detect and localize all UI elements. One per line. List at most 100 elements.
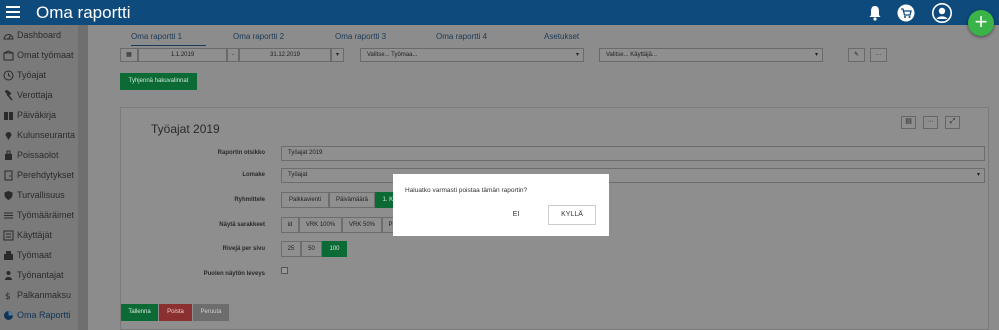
save-button[interactable]: Tallenna xyxy=(121,304,158,321)
group-option-palkkavienti[interactable]: Palkkavienti xyxy=(281,192,329,208)
sidebar-item-tyomaaraimet[interactable]: Työmääräimet xyxy=(0,205,88,225)
document-icon[interactable]: ▤ xyxy=(901,116,916,129)
sidebar-item-tyonantajat[interactable]: Työnantajat xyxy=(0,265,88,285)
sidebar-item-omat-tyomaat[interactable]: Omat työmaat xyxy=(0,45,88,65)
tab-oma-raportti-1[interactable]: Oma raportti 1 xyxy=(131,32,182,41)
rows-option-100[interactable]: 100 xyxy=(322,241,347,257)
money-icon: $ xyxy=(2,289,14,301)
door-icon xyxy=(2,169,14,181)
dashboard-icon xyxy=(2,29,14,41)
date-to-input[interactable]: 31.12.2019 xyxy=(239,48,331,62)
half-width-label: Puolen näytön leveys xyxy=(203,271,265,277)
sidebar-item-label: Dashboard xyxy=(17,30,62,40)
person-icon xyxy=(2,269,14,281)
tab-oma-raportti-4[interactable]: Oma raportti 4 xyxy=(436,32,487,41)
report-name-input[interactable]: Työajat 2019 xyxy=(281,146,985,161)
group-by-label: Ryhmittele xyxy=(234,197,265,203)
top-bar: Oma raportti xyxy=(0,0,999,25)
sidebar-item-label: Kulunseuranta xyxy=(17,130,76,140)
half-width-checkbox[interactable] xyxy=(281,267,288,274)
sidebar-item-label: Käyttäjät xyxy=(17,230,53,240)
group-option-paivamaara[interactable]: Päivämäärä xyxy=(329,192,375,208)
sidebar-item-label: Oma Raportti xyxy=(17,310,71,320)
dialog-no-button[interactable]: EI xyxy=(502,206,530,224)
sidebar-item-perehdytykset[interactable]: Perehdytykset xyxy=(0,165,88,185)
date-separator: - xyxy=(227,48,239,62)
luggage-icon xyxy=(2,149,14,161)
sidebar-item-label: Työmaat xyxy=(17,250,52,260)
sidebar-item-turvallisuus[interactable]: Turvallisuus xyxy=(0,185,88,205)
sidebar-item-label: Päiväkirja xyxy=(17,110,57,120)
sidebar-item-poissaolot[interactable]: Poissaolot xyxy=(0,145,88,165)
sidebar-item-verottaja[interactable]: Verottaja xyxy=(0,85,88,105)
list-icon xyxy=(2,209,14,221)
report-name-label: Raportin otsikko xyxy=(217,150,265,156)
report-tabs: Oma raportti 1 Oma raportti 2 Oma raport… xyxy=(104,32,999,46)
user-avatar-icon[interactable] xyxy=(932,3,952,23)
sidebar-item-label: Perehdytykset xyxy=(17,170,75,180)
sidebar-item-oma-raportti[interactable]: Oma Raportti xyxy=(0,305,88,325)
pin-icon xyxy=(2,129,14,141)
clear-filters-button[interactable]: Tyhjennä hakuvalinnat xyxy=(120,73,197,90)
tab-asetukset[interactable]: Asetukset xyxy=(544,32,579,41)
rows-option-25[interactable]: 25 xyxy=(281,241,301,257)
expand-icon[interactable]: ⤢ xyxy=(945,116,960,129)
active-tab-indicator xyxy=(131,45,206,46)
hammer-icon xyxy=(2,89,14,101)
users-icon xyxy=(2,229,14,241)
cart-icon[interactable] xyxy=(897,4,915,22)
app-title: Oma raportti xyxy=(36,3,131,22)
rows-option-50[interactable]: 50 xyxy=(301,241,322,257)
sidebar-item-label: Omat työmaat xyxy=(17,50,74,60)
date-dropdown-chevron-icon[interactable]: ▾ xyxy=(331,48,344,62)
worksite-select-placeholder: Valitse... Työmaa... xyxy=(367,52,418,58)
sidebar-item-label: Poissaolot xyxy=(17,150,59,160)
edit-pencil-icon[interactable]: ✎ xyxy=(848,48,865,62)
user-select-placeholder: Valitse... Käyttäjä... xyxy=(606,52,657,58)
user-select[interactable]: Valitse... Käyttäjä... ▾ xyxy=(599,48,823,62)
tab-oma-raportti-3[interactable]: Oma raportti 3 xyxy=(335,32,386,41)
delete-button[interactable]: Poista xyxy=(159,304,192,321)
date-from-input[interactable]: 1.1.2019 xyxy=(138,48,227,62)
svg-text:$: $ xyxy=(5,292,11,301)
column-option-vrk-100[interactable]: VRK 100% xyxy=(299,217,342,233)
book-icon xyxy=(2,109,14,121)
more-options-icon[interactable]: ··· xyxy=(870,48,887,62)
sidebar-item-kulunseuranta[interactable]: Kulunseuranta xyxy=(0,125,88,145)
cancel-button[interactable]: Peruuta xyxy=(193,304,229,321)
form-label: Lomake xyxy=(242,172,265,178)
sidebar-item-label: Työnantajat xyxy=(17,270,64,280)
chevron-down-icon: ▾ xyxy=(814,52,818,58)
column-option-id[interactable]: id xyxy=(281,217,299,233)
sidebar-item-label: Palkanmaksu xyxy=(17,290,72,300)
building-icon xyxy=(2,249,14,261)
sidebar-item-label: Työmääräimet xyxy=(17,210,75,220)
sidebar-item-kayttajat[interactable]: Käyttäjät xyxy=(0,225,88,245)
worksite-select[interactable]: Valitse... Työmaa... ▾ xyxy=(360,48,584,62)
sidebar-item-palkanmaksu[interactable]: $ Palkanmaksu xyxy=(0,285,88,305)
sidebar-item-dashboard[interactable]: Dashboard xyxy=(0,25,88,45)
form-select-value: Työajat xyxy=(288,172,308,178)
sidebar-item-tyomaat[interactable]: Työmaat xyxy=(0,245,88,265)
columns-label: Näytä sarakkeet xyxy=(219,222,265,228)
tab-oma-raportti-2[interactable]: Oma raportti 2 xyxy=(233,32,284,41)
sidebar-item-label: Turvallisuus xyxy=(17,190,65,200)
confirm-delete-dialog: Haluatko varmasti poistaa tämän raportin… xyxy=(393,174,609,236)
menu-icon[interactable] xyxy=(6,6,20,18)
sidebar-item-paivakirja[interactable]: Päiväkirja xyxy=(0,105,88,125)
dialog-message: Haluatko varmasti poistaa tämän raportin… xyxy=(405,187,528,194)
add-fab-button[interactable]: + xyxy=(968,10,994,36)
sidebar-item-label: Työajat xyxy=(17,70,47,80)
site-icon xyxy=(2,49,14,61)
chevron-down-icon: ▾ xyxy=(575,52,579,58)
report-icon xyxy=(2,309,14,321)
more-options-icon[interactable]: ··· xyxy=(923,116,938,129)
column-option-vrk-50[interactable]: VRK 50% xyxy=(342,217,382,233)
rows-per-page-label: Rivejä per sivu xyxy=(222,246,265,252)
calendar-icon[interactable]: ▦ xyxy=(120,48,138,62)
report-title: Työajat 2019 xyxy=(151,122,220,136)
form-select[interactable]: Työajat ▾ xyxy=(281,168,985,183)
bell-icon[interactable] xyxy=(866,4,884,22)
dialog-yes-button[interactable]: KYLLÄ xyxy=(548,205,596,225)
sidebar-item-tyoajat[interactable]: Työajat xyxy=(0,65,88,85)
